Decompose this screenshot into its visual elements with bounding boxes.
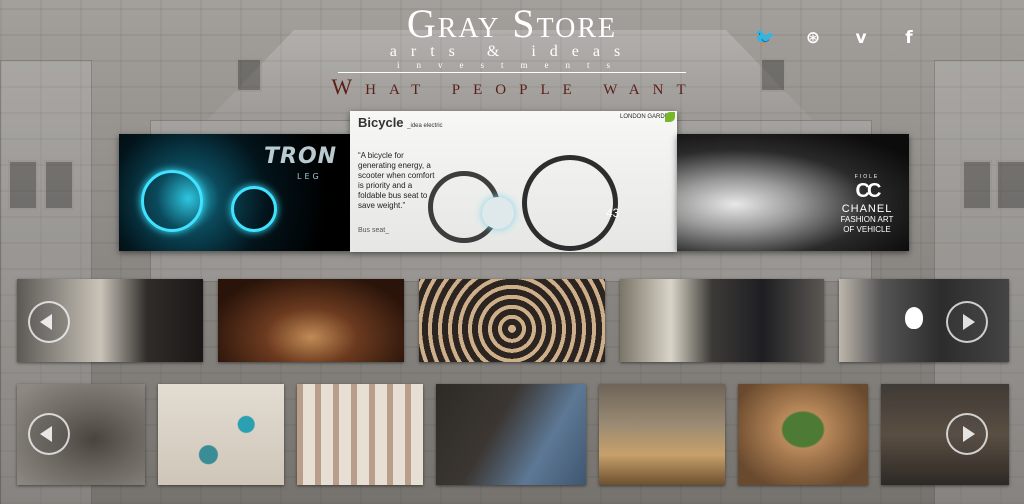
chevron-left-icon bbox=[40, 314, 52, 330]
brand-name: Gray Store bbox=[406, 1, 618, 46]
gallery-tile-wood-craft[interactable] bbox=[881, 384, 1009, 485]
bicycle-number: 43 bbox=[606, 206, 620, 220]
featured-tron[interactable]: TRON LEG bbox=[119, 134, 350, 251]
chanel-label: FIOLE CC CHANEL FASHION ART OF VEHICLE bbox=[840, 174, 894, 234]
gallery-tile-painting[interactable] bbox=[620, 279, 824, 362]
chevron-right-icon bbox=[963, 314, 975, 330]
apple-logo-icon bbox=[905, 307, 923, 329]
gallery-row1-prev-button[interactable] bbox=[28, 301, 70, 343]
tron-title: TRON bbox=[264, 144, 338, 169]
gallery-row2-prev-button[interactable] bbox=[28, 413, 70, 455]
gallery-tile-theater[interactable] bbox=[218, 279, 404, 362]
featured-chanel[interactable]: FIOLE CC CHANEL FASHION ART OF VEHICLE bbox=[677, 134, 909, 251]
featured-bicycle[interactable]: Bicycle _idea electric LONDON GARDEN “A … bbox=[350, 111, 677, 252]
tron-subtitle: LEG bbox=[297, 172, 322, 181]
brand-subtitle: arts & ideas bbox=[389, 43, 635, 60]
leaf-icon bbox=[665, 112, 675, 122]
facebook-icon[interactable]: f bbox=[896, 26, 922, 50]
gallery-tile-cutting-board[interactable] bbox=[738, 384, 868, 485]
bicycle-caption: Bus seat_ bbox=[358, 227, 390, 234]
gallery-row1-next-button[interactable] bbox=[946, 301, 988, 343]
logo-rule bbox=[338, 72, 686, 73]
gallery-tile-living-room[interactable] bbox=[599, 384, 725, 485]
social-links: 🐦 ⊛ v f bbox=[752, 26, 922, 50]
gallery-row2-next-button[interactable] bbox=[946, 413, 988, 455]
gallery-tile-jewelry[interactable] bbox=[158, 384, 284, 485]
bicycle-title: Bicycle _idea electric bbox=[358, 115, 443, 130]
store-logo[interactable]: Gray Store arts & ideas investments bbox=[330, 2, 694, 73]
brand-subline: investments bbox=[397, 60, 627, 70]
chevron-right-icon bbox=[963, 426, 975, 442]
twitter-icon[interactable]: 🐦 bbox=[752, 26, 778, 50]
vimeo-icon[interactable]: v bbox=[848, 26, 874, 50]
tagline: What people want bbox=[331, 74, 699, 99]
gallery-tile-leather-case[interactable] bbox=[436, 384, 586, 485]
gallery-tile-typewriter[interactable] bbox=[419, 279, 605, 362]
gallery-tile-forest[interactable] bbox=[297, 384, 423, 485]
dribbble-icon[interactable]: ⊛ bbox=[800, 26, 826, 50]
chevron-left-icon bbox=[40, 426, 52, 442]
